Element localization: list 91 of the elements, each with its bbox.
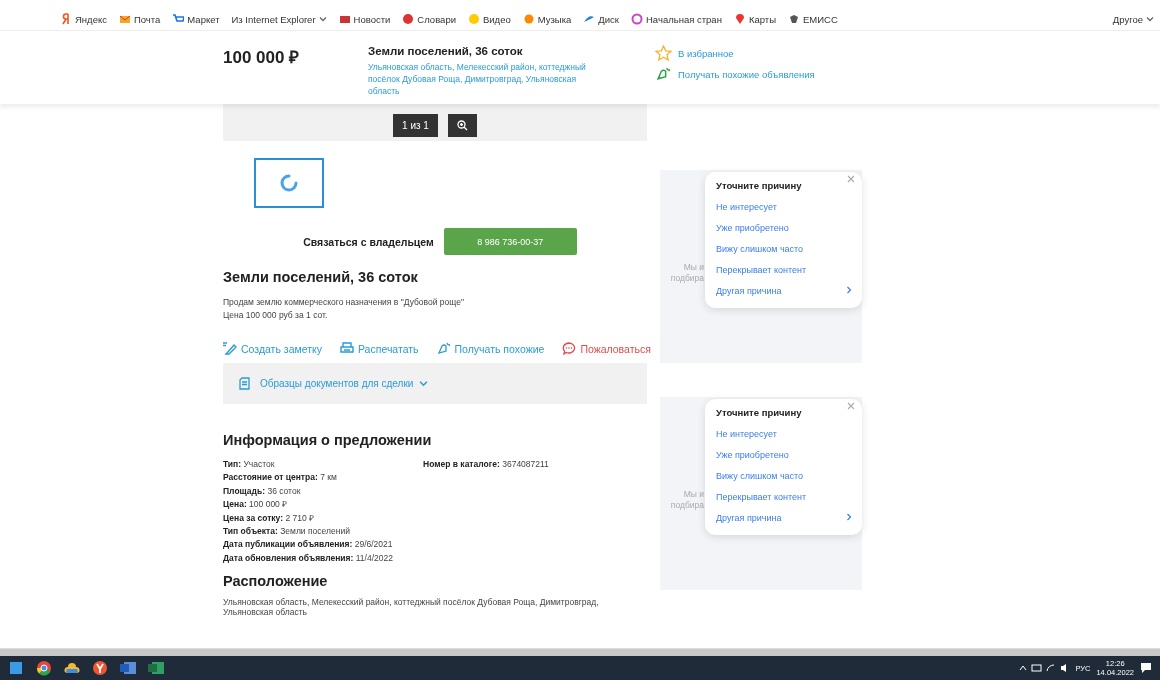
bookmark-link[interactable]: Из Internet Explorer bbox=[231, 13, 327, 25]
photo-counter-button[interactable]: 1 из 1 bbox=[393, 114, 438, 137]
popup-title: Уточните причину bbox=[716, 407, 803, 418]
pencil-icon bbox=[223, 342, 237, 355]
zoom-in-icon bbox=[456, 120, 468, 131]
bookmark-link[interactable]: Карты bbox=[733, 13, 776, 25]
bookmark-icon bbox=[631, 13, 643, 25]
info-row-text: Номер в каталоге: 3674087211 bbox=[423, 458, 550, 471]
star-icon bbox=[655, 45, 672, 61]
info-row-text: Расстояние от центра: 7 км bbox=[223, 471, 338, 485]
horizontal-scrollbar[interactable] bbox=[0, 648, 1160, 656]
bookmark-link[interactable]: Почта bbox=[118, 13, 161, 25]
bell-icon bbox=[436, 342, 451, 355]
chrome-icon[interactable] bbox=[36, 660, 52, 676]
bookmark-icon bbox=[467, 13, 480, 25]
reason-option[interactable]: Уже приобретено bbox=[716, 450, 852, 460]
bookmark-link[interactable]: Видео bbox=[467, 13, 511, 25]
bookmark-link[interactable]: Диск bbox=[583, 13, 619, 25]
bookmark-link[interactable]: Маркет bbox=[172, 13, 220, 25]
reason-option[interactable]: Вижу слишком часто bbox=[716, 244, 852, 254]
close-icon bbox=[847, 175, 855, 183]
reason-option[interactable]: Другая причина bbox=[716, 286, 852, 296]
info-row-text: Дата публикации объявления: 29/6/2021 bbox=[223, 538, 394, 552]
bookmark-link[interactable]: ЕМИСС bbox=[787, 13, 838, 25]
printer-icon bbox=[339, 342, 354, 355]
ad-text: Мы и подбира bbox=[669, 489, 704, 511]
contact-owner-label: Связаться с владельцем bbox=[303, 235, 434, 248]
bookmark-icon bbox=[733, 13, 746, 25]
reason-option[interactable]: Перекрывает контент bbox=[716, 265, 852, 275]
photo-thumbnail[interactable] bbox=[254, 158, 324, 208]
bookmark-icon bbox=[338, 13, 351, 25]
bookmark-link[interactable]: Начальная стран bbox=[631, 13, 722, 25]
loading-spinner-icon bbox=[280, 174, 298, 192]
popup-title: Уточните причину bbox=[716, 180, 803, 191]
bookmark-icon bbox=[522, 13, 535, 25]
chevron-right-icon bbox=[846, 286, 852, 294]
documents-toggle[interactable]: Образцы документов для сделки bbox=[260, 378, 429, 389]
other-bookmarks-menu[interactable]: Другое bbox=[1112, 13, 1154, 25]
location-address: Ульяновская область, Мелекесский район, коттеджный посёлок Дубовая Роща, Димитровград, Ульяновская область bbox=[223, 598, 600, 618]
word-icon[interactable] bbox=[120, 660, 136, 676]
excel-icon[interactable] bbox=[148, 660, 164, 676]
section-heading: Информация о предложении bbox=[223, 432, 433, 448]
reason-option[interactable]: Перекрывает контент bbox=[716, 492, 852, 502]
info-row-text: Площадь: 36 соток bbox=[223, 484, 302, 498]
listing-heading: Земли поселений, 36 соток bbox=[223, 269, 419, 285]
bookmark-link[interactable]: Музыка bbox=[522, 13, 572, 25]
chevron-down-icon bbox=[318, 15, 327, 23]
reason-option[interactable]: Не интересует bbox=[716, 202, 852, 212]
action-link[interactable]: Получать похожие bbox=[436, 342, 545, 355]
zoom-button[interactable] bbox=[447, 114, 477, 137]
favorite-link[interactable]: В избранное bbox=[655, 45, 815, 61]
bookmark-link[interactable]: Новости bbox=[338, 13, 391, 25]
info-row-text: Цена: 100 000 ₽ bbox=[223, 498, 289, 512]
info-row-text: Цена за сотку: 2 710 ₽ bbox=[223, 511, 316, 525]
section-heading: Расположение bbox=[223, 573, 329, 590]
bookmark-icon bbox=[402, 13, 415, 25]
info-row-text: Дата обновления объявления: 11/4/2022 bbox=[223, 551, 394, 565]
reason-option[interactable]: Вижу слишком часто bbox=[716, 471, 852, 481]
notifications-icon[interactable] bbox=[1140, 662, 1152, 674]
info-row-text: Тип объекта: Земли поселений bbox=[223, 525, 351, 539]
action-link[interactable]: Распечатать bbox=[339, 342, 419, 355]
bell-icon bbox=[655, 67, 672, 81]
action-link[interactable]: Создать заметку bbox=[223, 342, 322, 355]
chevron-down-icon bbox=[1146, 15, 1154, 23]
close-icon bbox=[847, 402, 855, 410]
browser-icon[interactable] bbox=[92, 660, 108, 676]
bookmark-link[interactable]: Словари bbox=[402, 13, 456, 25]
listing-description: Продам землю коммерческого назначения в "Дубовой роще" Цена 100 000 руб за 1 сот. bbox=[223, 296, 465, 322]
reason-option[interactable]: Другая причина bbox=[716, 513, 852, 523]
cloud-icon[interactable] bbox=[64, 660, 80, 676]
document-icon bbox=[239, 377, 250, 390]
reason-option[interactable]: Не интересует bbox=[716, 429, 852, 439]
action-link[interactable]: Пожаловаться bbox=[562, 342, 651, 355]
bookmark-icon bbox=[118, 13, 131, 25]
reason-option[interactable]: Уже приобретено bbox=[716, 223, 852, 233]
price: 100 000 ₽ bbox=[223, 47, 301, 69]
phone-button[interactable]: 8 986 736-00-37 bbox=[443, 228, 577, 255]
chevron-right-icon bbox=[846, 513, 852, 521]
bookmark-icon bbox=[787, 13, 800, 25]
address-link[interactable]: Ульяновская область, Мелекесский район, коттеджный посёлок Дубовая Роща, Димитровград, Ульяновская область bbox=[368, 61, 606, 97]
info-row-text: Тип: Участок bbox=[223, 458, 276, 471]
bookmark-icon bbox=[60, 13, 72, 25]
chat-bubble-icon bbox=[562, 342, 577, 355]
bookmark-icon bbox=[172, 13, 185, 25]
listing-title: Земли поселений, 36 соток bbox=[368, 45, 524, 57]
chevron-icon bbox=[419, 379, 429, 388]
bookmark-icon bbox=[583, 13, 596, 25]
ad-text: Мы и подбира bbox=[669, 262, 704, 284]
start-icon[interactable] bbox=[8, 660, 24, 676]
subscribe-link[interactable]: Получать похожие объявления bbox=[655, 67, 815, 81]
bookmark-link[interactable]: Яндекс bbox=[60, 13, 107, 25]
